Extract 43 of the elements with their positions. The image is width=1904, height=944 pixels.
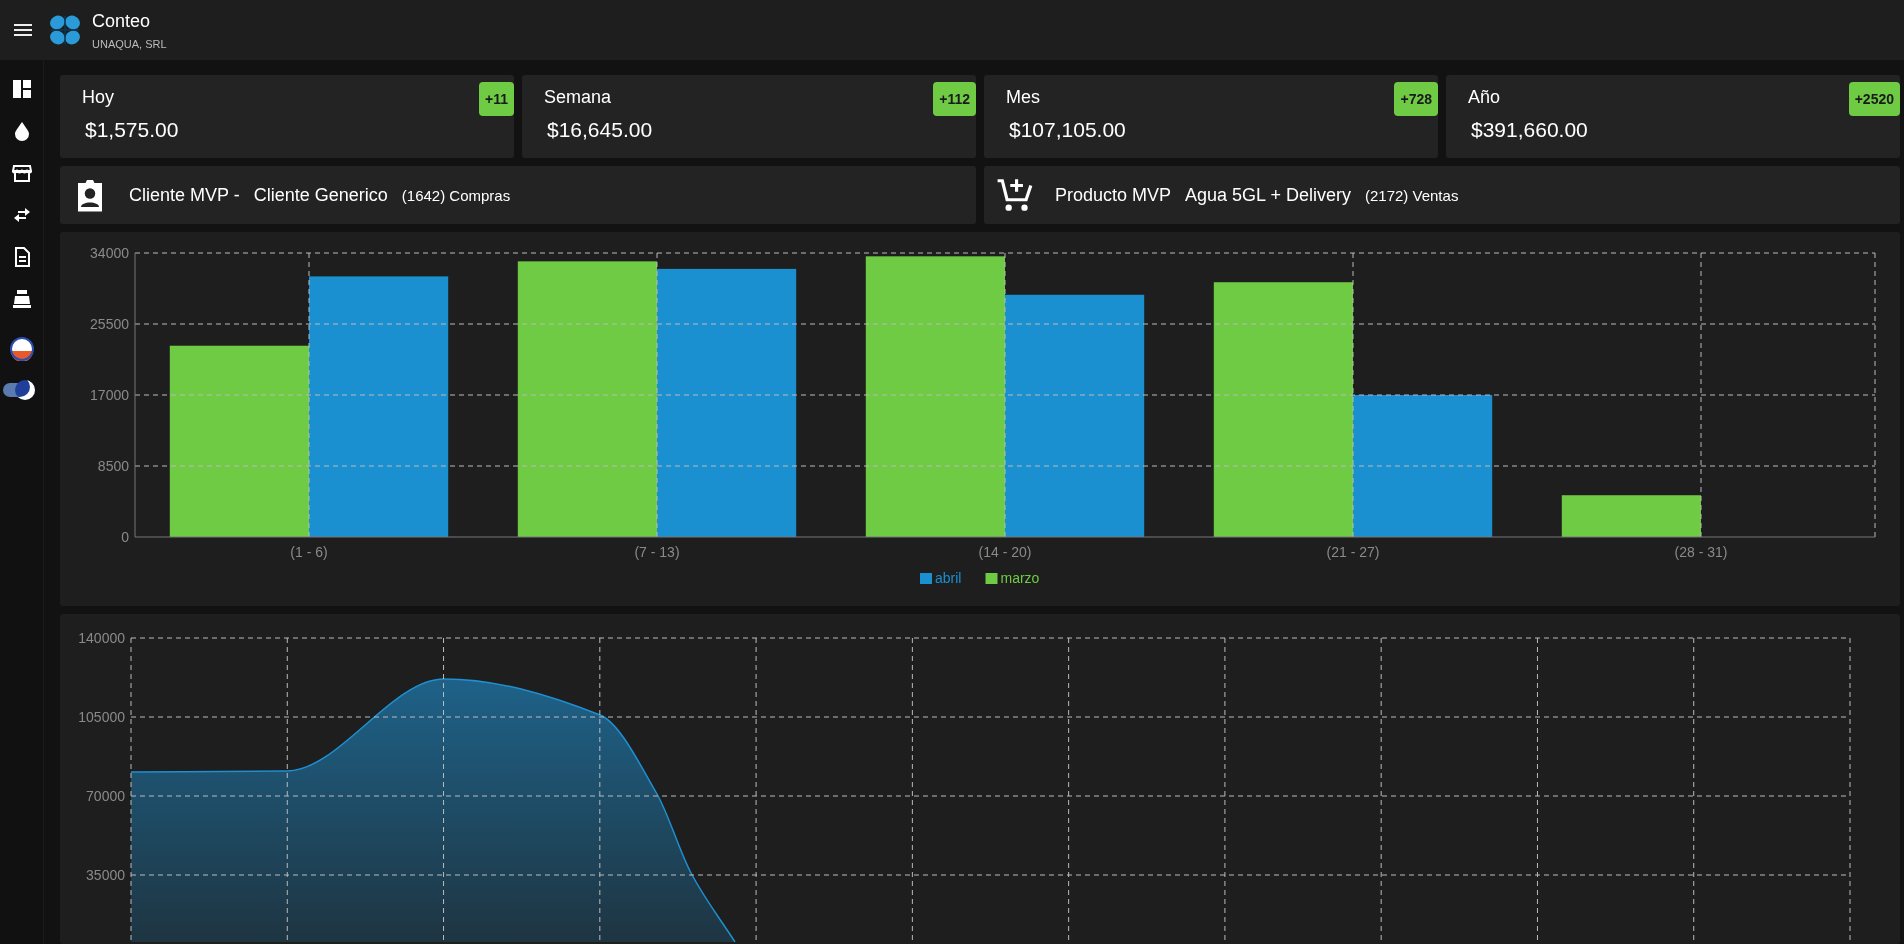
count-badge: +11: [479, 82, 514, 116]
mvp-label: Cliente MVP -: [129, 184, 240, 206]
app-title: Conteo: [92, 10, 152, 32]
axis-tick-label: 34000: [90, 245, 129, 261]
axis-tick-label: (28 - 31): [1674, 544, 1728, 560]
axis-tick-label: 105000: [78, 709, 125, 725]
axis-tick-label: 70000: [86, 788, 125, 804]
axis-tick-label: 8500: [97, 458, 129, 474]
stat-value: $1,575.00: [85, 118, 180, 142]
dark-mode-toggle[interactable]: [2, 383, 33, 397]
count-badge: +112: [933, 82, 976, 116]
mvp-name: Cliente Generico: [253, 184, 388, 206]
axis-tick-label: 25500: [90, 316, 129, 332]
stat-label: Semana: [544, 87, 612, 108]
count-badge: +2520: [1848, 82, 1900, 116]
axis-tick-label: 17000: [90, 387, 129, 403]
stat-value: $391,660.00: [1471, 118, 1589, 142]
round-logo-icon[interactable]: [9, 337, 34, 361]
menu-icon[interactable]: [14, 24, 32, 36]
axis-tick-label: (14 - 20): [978, 544, 1032, 560]
stat-value: $107,105.00: [1009, 118, 1127, 142]
axis-tick-label: 140000: [78, 630, 125, 646]
mvp-count: (1642) Compras: [401, 186, 511, 204]
mvp-count: (2172) Ventas: [1365, 186, 1459, 204]
stat-value: $16,645.00: [547, 118, 654, 142]
stat-label: Mes: [1006, 87, 1040, 108]
stat-label: Hoy: [82, 87, 114, 108]
cash-register-icon[interactable]: [11, 289, 32, 309]
axis-tick-label: 0: [121, 529, 129, 545]
stat-label: Año: [1468, 87, 1501, 108]
legend-label: abril: [935, 570, 962, 586]
store-icon[interactable]: [11, 163, 32, 183]
axis-tick-label: 35000: [86, 867, 125, 883]
legend-label: marzo: [1000, 570, 1040, 586]
count-badge: +728: [1394, 82, 1438, 116]
axis-tick-label: (21 - 27): [1326, 544, 1380, 560]
cart-plus-icon: [996, 176, 1034, 214]
dashboard-icon[interactable]: [11, 79, 32, 99]
company-name: UNAQUA, SRL: [92, 37, 167, 50]
mvp-name: Agua 5GL + Delivery: [1185, 184, 1351, 206]
axis-tick-label: (1 - 6): [290, 544, 328, 560]
axis-tick-label: (7 - 13): [634, 544, 680, 560]
mvp-label: Producto MVP: [1055, 184, 1172, 206]
